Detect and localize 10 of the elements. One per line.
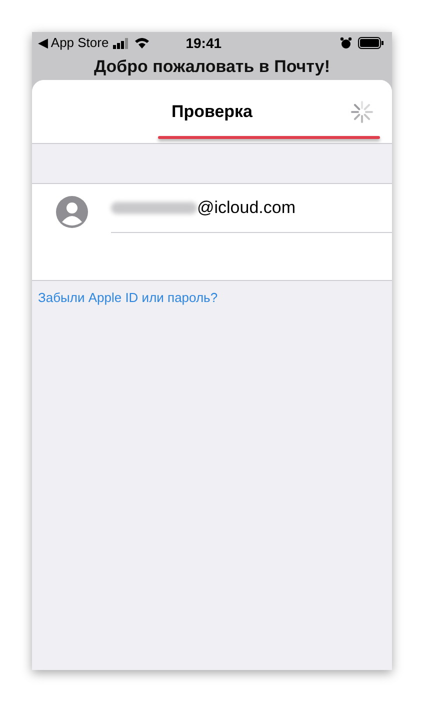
alarm-icon (340, 37, 352, 49)
avatar-icon (56, 196, 88, 228)
sheet-title: Проверка (171, 102, 252, 122)
email-text: @icloud.com (197, 198, 296, 218)
clock-time: 19:41 (186, 35, 222, 51)
battery-icon (358, 37, 384, 49)
wifi-icon (134, 37, 150, 49)
back-link[interactable]: ◀ App Store (38, 35, 109, 51)
signal-icon (112, 38, 129, 48)
background-title: Добро пожаловать в Почту! (92, 56, 332, 78)
